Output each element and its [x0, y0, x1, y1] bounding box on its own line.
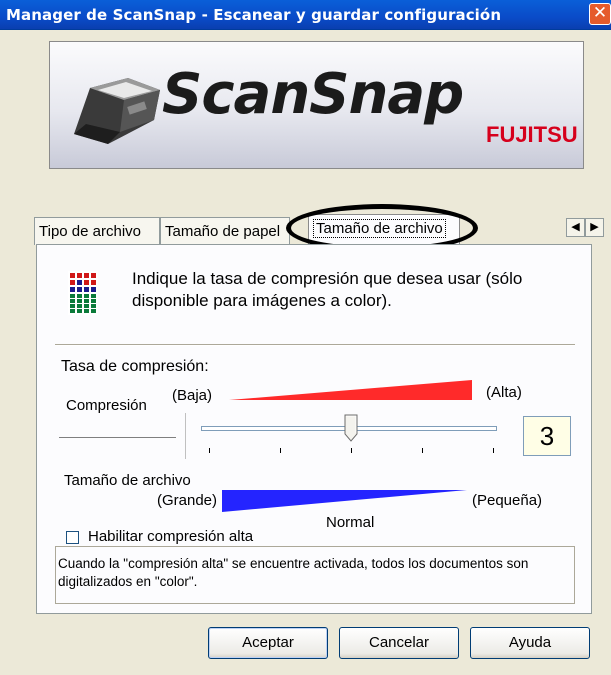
tab-label: Tamaño de papel: [165, 223, 281, 240]
title-bar[interactable]: Manager de ScanSnap - Escanear y guardar…: [0, 0, 611, 30]
tab-scroll-right-button[interactable]: ▶: [585, 218, 604, 237]
close-button[interactable]: ✕: [589, 3, 611, 25]
product-banner: ScanSnap FUJITSU: [49, 41, 584, 169]
tab-label: Tipo de archivo: [39, 223, 141, 240]
compression-wedge-shape: [229, 380, 472, 400]
tab-scroll: ◀ ▶: [566, 218, 604, 237]
compression-rate-heading: Tasa de compresión:: [61, 358, 209, 375]
window-title: Manager de ScanSnap - Escanear y guardar…: [6, 6, 502, 24]
compression-low-label: (Baja): [172, 387, 213, 404]
instruction-text: Indique la tasa de compresión que desea …: [132, 269, 523, 310]
file-size-wedge-shape: [222, 490, 467, 512]
brand-logo: FUJITSU: [486, 122, 578, 147]
tab-scroll-left-button[interactable]: ◀: [566, 218, 585, 237]
slider-thumb[interactable]: [344, 414, 358, 442]
slider-tick: [493, 448, 494, 453]
slider-tick: [422, 448, 423, 453]
compression-label: Compresión: [66, 397, 147, 414]
slider-tick: [280, 448, 281, 453]
divider-line: [59, 437, 176, 438]
ok-button[interactable]: Aceptar: [208, 627, 328, 659]
tab-paper-size[interactable]: Tamaño de papel: [160, 217, 290, 245]
separator: [55, 344, 575, 346]
tab-file-type[interactable]: Tipo de archivo: [34, 217, 160, 245]
file-size-large-label: (Grande): [157, 492, 218, 509]
slider-tick: [209, 448, 210, 453]
product-logo: ScanSnap: [162, 62, 464, 127]
compression-grid-icon: [68, 271, 98, 315]
compression-wedge: [229, 380, 472, 400]
note-text: Cuando la "compresión alta" se encuentre…: [58, 556, 529, 589]
cancel-button[interactable]: Cancelar: [339, 627, 459, 659]
level-name: Normal: [326, 514, 375, 531]
file-size-label: Tamaño de archivo: [64, 472, 191, 489]
high-compression-label[interactable]: Habilitar compresión alta: [88, 528, 253, 545]
file-size-small-label: (Pequeña): [472, 492, 543, 509]
slider-value-display: 3: [523, 416, 571, 456]
scanner-image: [74, 78, 160, 144]
file-size-wedge: [222, 490, 467, 512]
slider-tick: [351, 448, 352, 453]
help-button[interactable]: Ayuda: [470, 627, 590, 659]
compression-high-label: (Alta): [486, 384, 522, 401]
high-compression-checkbox[interactable]: [66, 531, 79, 544]
